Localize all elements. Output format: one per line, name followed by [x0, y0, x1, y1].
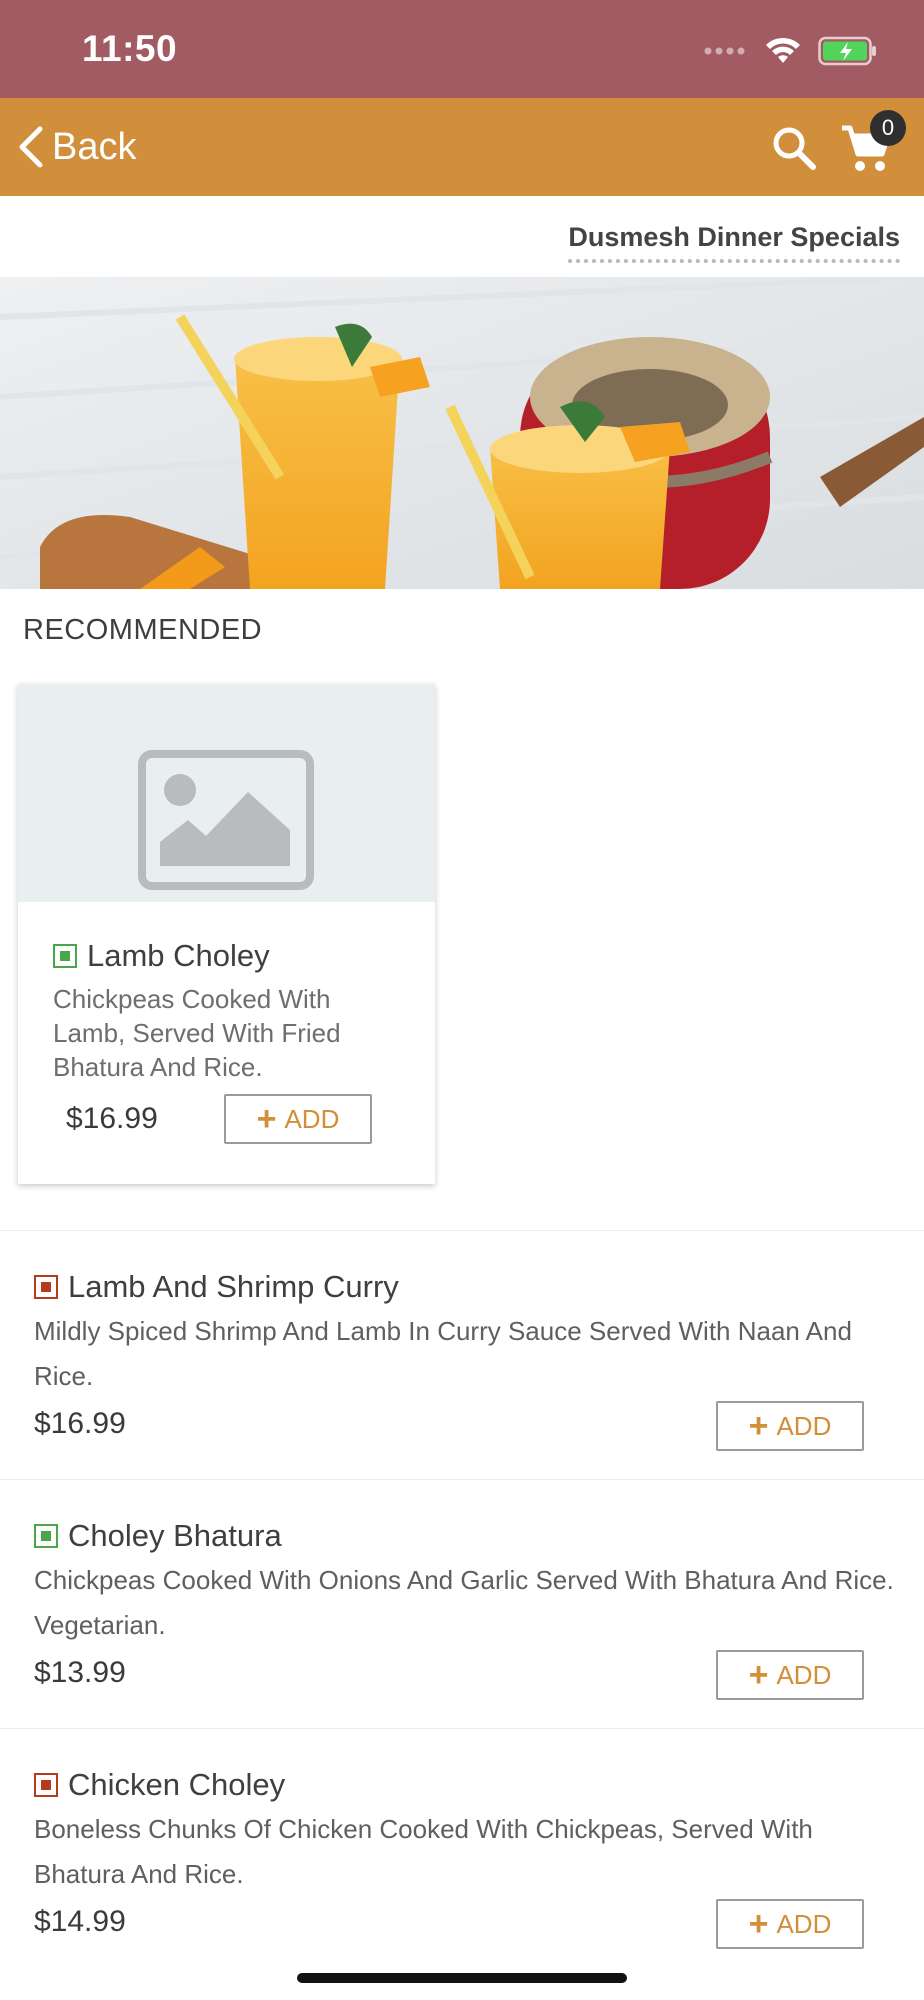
search-button[interactable] — [770, 124, 818, 172]
add-button[interactable]: + ADD — [716, 1650, 864, 1700]
menu-item-price: $13.99 — [34, 1656, 126, 1689]
menu-item-description: Chickpeas Cooked With Onions And Garlic … — [34, 1565, 894, 1640]
status-bar: 11:50 — [0, 0, 924, 98]
recommended-item-description: Chickpeas Cooked With Lamb, Served With … — [53, 984, 341, 1082]
add-label: ADD — [284, 1103, 340, 1134]
plus-icon: + — [748, 1656, 769, 1694]
nav-bar: Back — [0, 98, 924, 196]
home-indicator[interactable] — [297, 1973, 627, 1983]
menu-banner-image — [0, 277, 924, 589]
menu-item-description: Mildly Spiced Shrimp And Lamb In Curry S… — [34, 1316, 852, 1391]
plus-icon: + — [748, 1407, 769, 1445]
plus-icon: + — [256, 1100, 277, 1138]
veg-icon — [53, 944, 77, 968]
menu-item[interactable]: Lamb And Shrimp Curry Mildly Spiced Shri… — [0, 1230, 924, 1480]
recommended-add-button[interactable]: + ADD — [224, 1094, 372, 1144]
banner-illustration — [0, 277, 924, 589]
non-veg-icon — [34, 1275, 58, 1299]
recommended-item-image — [18, 684, 435, 902]
search-icon — [773, 127, 816, 170]
menu-item-price: $16.99 — [34, 1407, 126, 1440]
status-icons — [704, 32, 878, 70]
image-placeholder-icon — [138, 750, 314, 890]
recommended-card[interactable]: Lamb Choley Chickpeas Cooked With Lamb, … — [18, 684, 435, 1184]
menu-item-name: Chicken Choley — [68, 1767, 286, 1802]
menu-item-description: Boneless Chunks Of Chicken Cooked With C… — [34, 1814, 813, 1889]
signal-icon — [704, 47, 745, 55]
menu-item-price: $14.99 — [34, 1905, 126, 1938]
recommended-item-price: $16.99 — [66, 1102, 158, 1135]
battery-icon — [818, 36, 876, 66]
veg-icon — [34, 1524, 58, 1548]
back-label: Back — [52, 125, 137, 168]
add-button[interactable]: + ADD — [716, 1401, 864, 1451]
menu-item[interactable]: Chicken Choley Boneless Chunks Of Chicke… — [0, 1728, 924, 1978]
recommended-heading: RECOMMENDED — [23, 614, 263, 646]
recommended-name-row: Lamb Choley — [53, 938, 270, 974]
plus-icon: + — [748, 1905, 769, 1943]
menu-title-row: Dusmesh Dinner Specials — [0, 196, 924, 276]
back-button[interactable]: Back — [16, 122, 136, 172]
recommended-item-name: Lamb Choley — [87, 938, 270, 973]
add-label: ADD — [776, 1908, 832, 1939]
non-veg-icon — [34, 1773, 58, 1797]
menu-item-name-row: Choley Bhatura — [34, 1518, 282, 1554]
status-time: 11:50 — [82, 28, 178, 69]
menu-category-title[interactable]: Dusmesh Dinner Specials — [568, 222, 900, 263]
wifi-icon — [766, 37, 800, 63]
menu-item-name-row: Lamb And Shrimp Curry — [34, 1269, 399, 1305]
add-label: ADD — [776, 1659, 832, 1690]
menu-item-name: Lamb And Shrimp Curry — [68, 1269, 399, 1304]
add-label: ADD — [776, 1410, 832, 1441]
menu-item-name-row: Chicken Choley — [34, 1767, 285, 1803]
add-button[interactable]: + ADD — [716, 1899, 864, 1949]
back-chevron-icon — [19, 126, 43, 168]
menu-item[interactable]: Choley Bhatura Chickpeas Cooked With Oni… — [0, 1479, 924, 1729]
menu-item-name: Choley Bhatura — [68, 1518, 282, 1553]
cart-count-badge: 0 — [870, 110, 906, 146]
